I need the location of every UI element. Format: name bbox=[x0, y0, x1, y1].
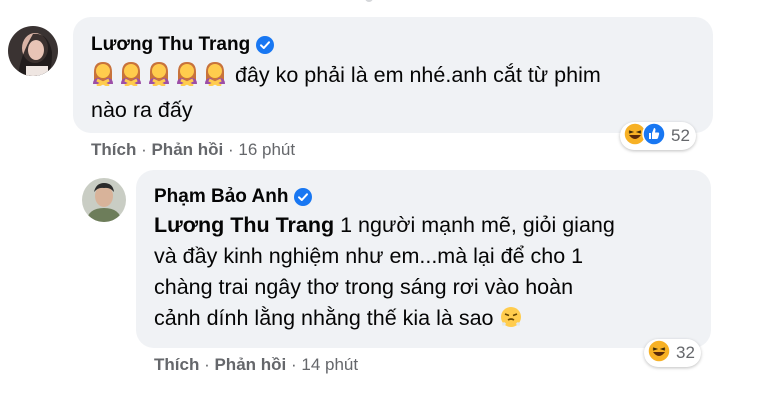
comment-text: Lương Thu Trang 1 người mạnh mẽ, giỏi gi… bbox=[154, 210, 704, 338]
separator: · bbox=[204, 355, 215, 374]
comment-text-line: đây ko phải là em nhé.anh cắt từ phim bbox=[234, 63, 601, 87]
reaction-count: 52 bbox=[671, 126, 690, 145]
comment-text: đây ko phải là em nhé.anh cắt từ phim nà… bbox=[91, 60, 701, 126]
separator: · bbox=[227, 140, 239, 159]
timestamp[interactable]: 16 phút bbox=[238, 140, 295, 159]
comment-actions: Thích · Phản hồi · 16 phút bbox=[91, 140, 295, 160]
separator: · bbox=[141, 140, 152, 159]
author-name[interactable]: Lương Thu Trang bbox=[91, 34, 250, 56]
author-name[interactable]: Phạm Bảo Anh bbox=[154, 186, 288, 208]
reaction-summary[interactable]: 32 bbox=[644, 338, 701, 368]
woman-gesturing-no-emoji bbox=[91, 60, 229, 95]
comment-text-line: 1 người mạnh mẽ, giỏi giang bbox=[340, 213, 615, 237]
timestamp[interactable]: 14 phút bbox=[301, 355, 358, 374]
separator: · bbox=[290, 355, 302, 374]
comment-author[interactable]: Phạm Bảo Anh bbox=[154, 186, 313, 208]
comment-actions: Thích · Phản hồi · 14 phút bbox=[154, 355, 358, 375]
comment-text-line: chàng trai ngây thơ trong sáng rơi vào h… bbox=[154, 275, 574, 299]
verified-badge-icon bbox=[294, 188, 313, 206]
like-button[interactable]: Thích bbox=[91, 140, 136, 159]
reply-button[interactable]: Phản hồi bbox=[151, 140, 223, 159]
like-icon bbox=[642, 121, 666, 151]
comment-author[interactable]: Lương Thu Trang bbox=[91, 34, 275, 56]
avatar[interactable] bbox=[82, 178, 126, 222]
haha-icon bbox=[647, 338, 671, 368]
face-with-steam-emoji bbox=[499, 305, 523, 338]
previous-comment-edge bbox=[365, 0, 373, 2]
comment-text-line: nào ra đấy bbox=[91, 98, 193, 122]
verified-badge-icon bbox=[256, 36, 275, 54]
avatar[interactable] bbox=[8, 26, 58, 76]
like-button[interactable]: Thích bbox=[154, 355, 199, 374]
reaction-count: 32 bbox=[676, 343, 695, 362]
comment-text-line: cảnh dính lằng nhằng thế kia là sao bbox=[154, 306, 494, 330]
reply-button[interactable]: Phản hồi bbox=[214, 355, 286, 374]
comment-text-line: và đầy kinh nghiệm như em...mà lại để ch… bbox=[154, 244, 584, 268]
reaction-summary[interactable]: 52 bbox=[620, 121, 696, 151]
mention-link[interactable]: Lương Thu Trang bbox=[154, 213, 334, 237]
